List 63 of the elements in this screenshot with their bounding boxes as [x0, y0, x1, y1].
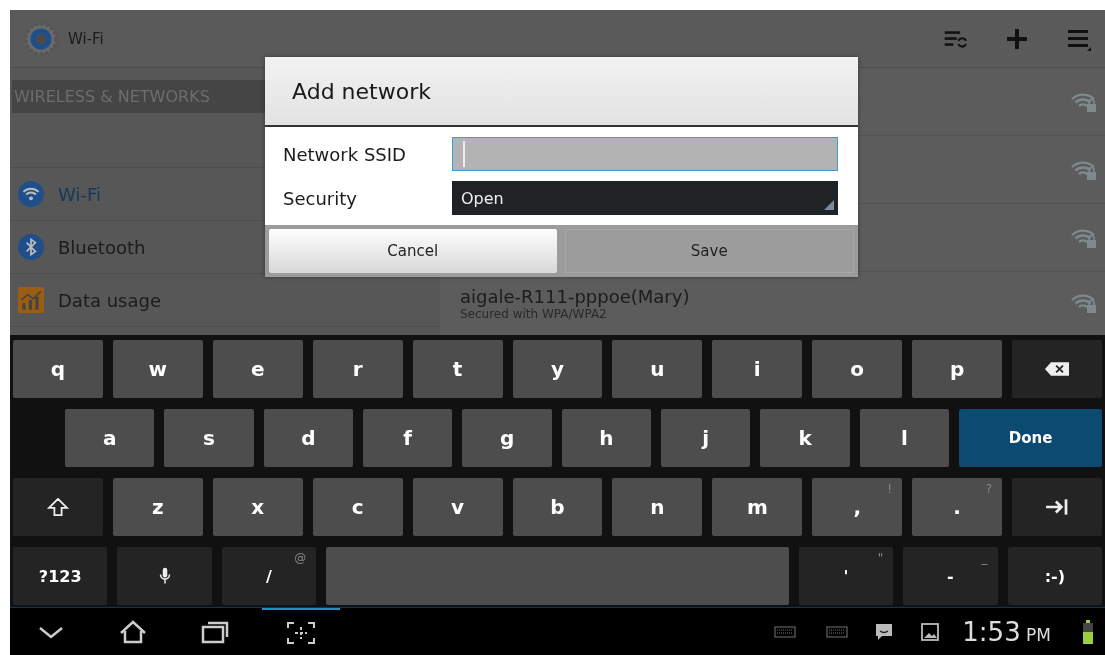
- keyboard-key[interactable]: m: [712, 478, 803, 536]
- keyboard-key[interactable]: r: [312, 340, 403, 398]
- tab-key[interactable]: [1012, 478, 1102, 536]
- keyboard-key[interactable]: , !: [812, 478, 903, 536]
- chart-icon: [18, 287, 44, 313]
- keyboard-key[interactable]: l: [859, 409, 950, 467]
- field-label: Network SSID: [283, 143, 407, 165]
- keyboard-key[interactable]: e: [212, 340, 303, 398]
- keyboard-key[interactable]: u: [612, 340, 703, 398]
- keyboard-key[interactable]: a: [65, 409, 155, 467]
- keyboard-key[interactable]: Done: [959, 409, 1103, 467]
- keyboard-key[interactable]: y: [512, 340, 603, 398]
- keyboard-key[interactable]: p: [912, 340, 1003, 398]
- keyboard-key[interactable]: c: [312, 478, 403, 536]
- tab-arrow-icon: [1045, 498, 1069, 516]
- keyboard-key[interactable]: x: [212, 478, 303, 536]
- security-dropdown[interactable]: Open: [452, 181, 838, 215]
- keyboard-key[interactable]: ' ": [798, 547, 894, 605]
- keyboard-key[interactable]: i: [712, 340, 803, 398]
- clock: 1:53 PM: [962, 616, 1051, 647]
- cancel-button[interactable]: Cancel: [269, 229, 557, 273]
- home-icon[interactable]: [118, 619, 148, 644]
- keyboard-key[interactable]: q: [13, 340, 103, 398]
- add-icon[interactable]: [1005, 26, 1029, 51]
- keyboard-key[interactable]: t: [412, 340, 503, 398]
- keyboard-key[interactable]: k: [760, 409, 850, 467]
- keyboard-key[interactable]: h: [561, 409, 652, 467]
- keyboard-key[interactable]: d: [263, 409, 354, 467]
- backspace-icon: [1045, 360, 1069, 378]
- screenshot-icon: [286, 620, 316, 645]
- settings-icon: [24, 21, 58, 56]
- bluetooth-icon: [18, 234, 44, 260]
- image-icon: [920, 621, 941, 642]
- keyboard-icon: [774, 625, 797, 638]
- save-button[interactable]: Save: [564, 229, 854, 273]
- keyboard-key[interactable]: b: [512, 478, 603, 536]
- battery-icon: [1083, 619, 1093, 644]
- field-label: Security: [283, 187, 358, 209]
- message-icon: [874, 621, 895, 642]
- keyboard-icon: [826, 625, 849, 638]
- keyboard-key[interactable]: . ?: [912, 478, 1003, 536]
- ssid-input-field[interactable]: [452, 137, 838, 171]
- shift-icon: [45, 498, 70, 516]
- keyboard-key[interactable]: v: [412, 478, 503, 536]
- dropdown-corner-icon: [824, 200, 834, 210]
- action-bar-title: Wi-Fi: [68, 29, 104, 48]
- keyboard-key[interactable]: :-): [1007, 547, 1102, 605]
- wifi-icon: [18, 181, 44, 207]
- backspace-key[interactable]: [1012, 340, 1102, 398]
- shift-key[interactable]: [13, 478, 103, 536]
- dialog-title: Add network: [265, 57, 858, 127]
- keyboard-key[interactable]: f: [363, 409, 453, 467]
- keyboard-key[interactable]: w: [112, 340, 203, 398]
- keyboard-key[interactable]: / @: [221, 547, 317, 605]
- keyboard-key[interactable]: ?123: [13, 547, 108, 605]
- keyboard-key[interactable]: o: [812, 340, 903, 398]
- keyboard-key[interactable]: n: [612, 478, 703, 536]
- keyboard-key[interactable]: - _: [903, 547, 998, 605]
- keyboard-key[interactable]: j: [661, 409, 751, 467]
- keyboard-key[interactable]: z: [112, 478, 203, 536]
- keyboard-key[interactable]: g: [462, 409, 552, 467]
- recent-apps-icon[interactable]: [200, 619, 230, 644]
- keyboard-key[interactable]: s: [164, 409, 254, 467]
